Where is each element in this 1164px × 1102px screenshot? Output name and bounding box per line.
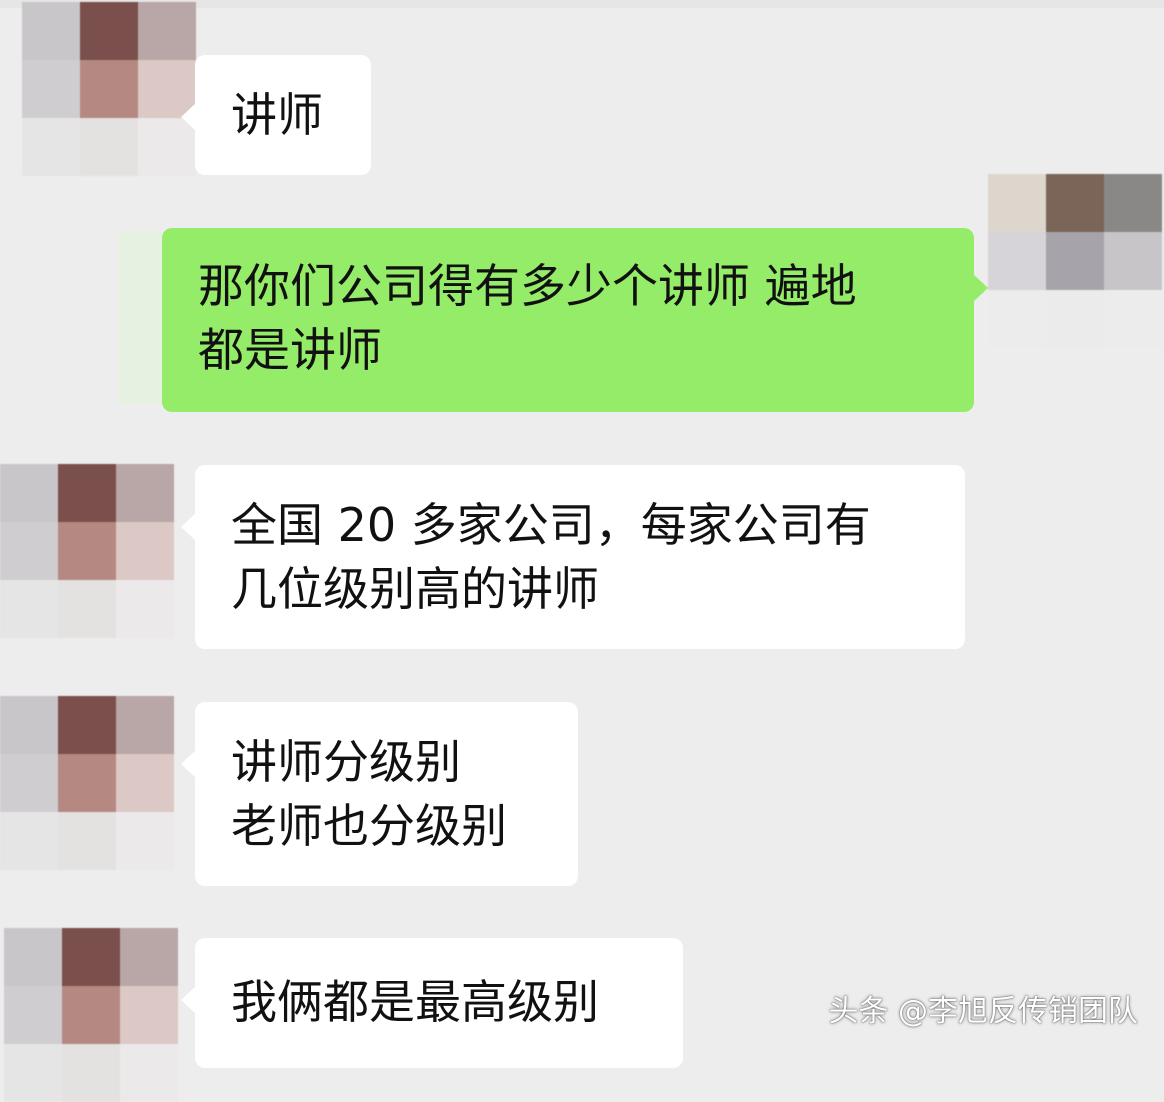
avatar[interactable] <box>0 696 174 870</box>
avatar-mosaic-cell <box>120 928 178 986</box>
avatar-mosaic-cell <box>58 754 116 812</box>
message-text: 都是讲师 <box>198 323 382 377</box>
avatar-mosaic-cell <box>0 696 58 754</box>
avatar-mosaic-cell <box>80 118 138 176</box>
message-text: 几位级别高的讲师 <box>231 562 599 616</box>
avatar-mosaic-cell <box>0 754 58 812</box>
avatar-mosaic-cell <box>4 1044 62 1102</box>
message-text: 老师也分级别 <box>231 799 507 853</box>
avatar-mosaic-cell <box>0 812 58 870</box>
avatar-mosaic-cell <box>80 60 138 118</box>
avatar-mosaic-cell <box>988 232 1046 290</box>
avatar-mosaic-cell <box>22 118 80 176</box>
avatar-mosaic-cell <box>22 60 80 118</box>
avatar-mosaic-cell <box>116 696 174 754</box>
avatar[interactable] <box>22 2 196 176</box>
message-bubble-own[interactable]: 那你们公司得有多少个讲师 遍地 都是讲师 <box>162 228 988 412</box>
avatar-self[interactable] <box>988 174 1162 348</box>
avatar-mosaic-cell <box>58 522 116 580</box>
avatar-mosaic-cell <box>62 986 120 1044</box>
avatar-mosaic-cell <box>58 580 116 638</box>
avatar-mosaic-cell <box>0 522 58 580</box>
message-bubble[interactable]: 全国 20 多家公司，每家公司有 几位级别高的讲师 <box>181 465 965 649</box>
message-bubble[interactable]: 讲师 <box>181 55 371 175</box>
avatar-mosaic-cell <box>0 580 58 638</box>
avatar-mosaic-cell <box>1046 290 1104 348</box>
selection-shadow <box>118 232 164 404</box>
avatar-mosaic-cell <box>58 812 116 870</box>
message-text: 全国 20 多家公司，每家公司有 <box>231 498 871 552</box>
avatar-mosaic-cell <box>988 290 1046 348</box>
watermark: 头条 @李旭反传销团队 <box>828 994 1138 1029</box>
avatar-mosaic-cell <box>116 464 174 522</box>
avatar[interactable] <box>4 928 178 1102</box>
message-text: 讲师分级别 <box>231 735 461 789</box>
avatar-mosaic-cell <box>116 754 174 812</box>
message-bubble[interactable]: 我俩都是最高级别 <box>181 938 683 1068</box>
avatar-mosaic-cell <box>58 696 116 754</box>
avatar-mosaic-cell <box>4 928 62 986</box>
message-bubble[interactable]: 讲师分级别 老师也分级别 <box>181 702 578 886</box>
avatar-mosaic-cell <box>138 2 196 60</box>
avatar-mosaic-cell <box>1104 232 1162 290</box>
avatar-mosaic-cell <box>62 1044 120 1102</box>
avatar-mosaic-cell <box>116 812 174 870</box>
avatar-mosaic-cell <box>988 174 1046 232</box>
avatar-mosaic-cell <box>1104 174 1162 232</box>
avatar-mosaic-cell <box>22 2 80 60</box>
avatar-mosaic-cell <box>120 986 178 1044</box>
avatar-mosaic-cell <box>1104 290 1162 348</box>
avatar-mosaic-cell <box>1046 174 1104 232</box>
message-text: 我俩都是最高级别 <box>231 975 599 1029</box>
avatar-mosaic-cell <box>120 1044 178 1102</box>
avatar-mosaic-cell <box>80 2 138 60</box>
message-text: 那你们公司得有多少个讲师 遍地 <box>198 259 857 313</box>
avatar-mosaic-cell <box>0 464 58 522</box>
avatar-mosaic-cell <box>58 464 116 522</box>
message-text: 讲师 <box>231 88 323 142</box>
avatar-mosaic-cell <box>4 986 62 1044</box>
avatar-mosaic-cell <box>1046 232 1104 290</box>
avatar-mosaic-cell <box>116 522 174 580</box>
avatar[interactable] <box>0 464 174 638</box>
avatar-mosaic-cell <box>62 928 120 986</box>
avatar-mosaic-cell <box>116 580 174 638</box>
